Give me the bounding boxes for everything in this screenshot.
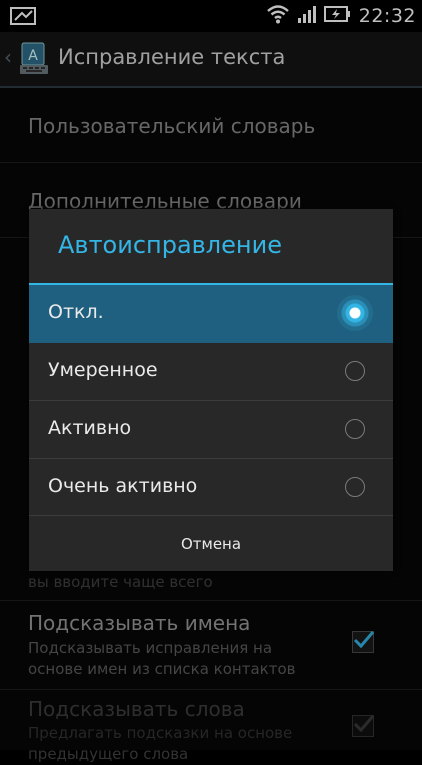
option-label: Откл.: [48, 301, 104, 323]
option-label: Умеренное: [48, 359, 158, 381]
cancel-button[interactable]: Отмена: [29, 515, 393, 572]
option-active[interactable]: Активно: [29, 401, 393, 459]
radio-selected-icon[interactable]: [337, 295, 373, 331]
option-off[interactable]: Откл.: [29, 285, 393, 343]
radio-unselected-icon[interactable]: [345, 361, 365, 381]
option-label: Активно: [48, 417, 132, 439]
option-very-active[interactable]: Очень активно: [29, 459, 393, 516]
radio-unselected-icon[interactable]: [345, 477, 365, 497]
option-moderate[interactable]: Умеренное: [29, 343, 393, 401]
autocorrection-dialog: Автоисправление Откл. Умеренное Активно …: [29, 209, 393, 571]
radio-unselected-icon[interactable]: [345, 419, 365, 439]
option-label: Очень активно: [48, 475, 198, 497]
dialog-title: Автоисправление: [58, 231, 282, 259]
